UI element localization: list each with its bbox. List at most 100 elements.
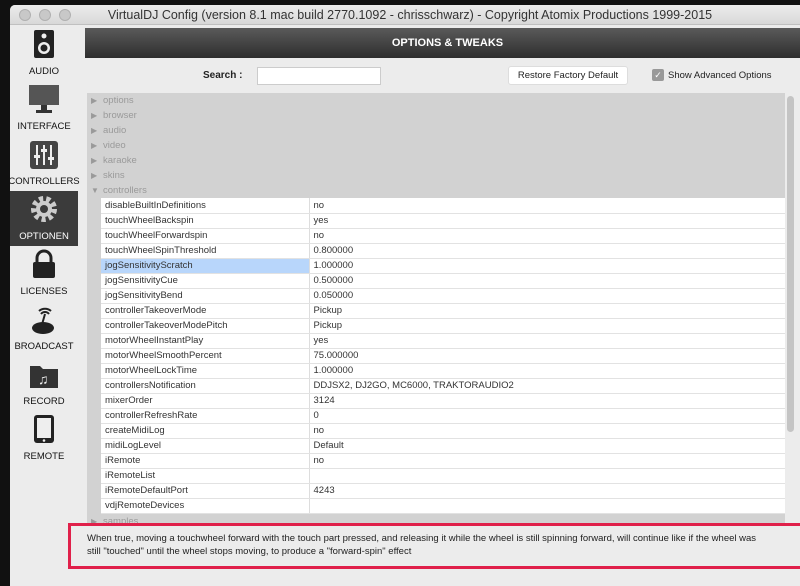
tree-category-options[interactable]: ▶ options [87, 93, 785, 108]
option-value[interactable]: Pickup [309, 303, 785, 319]
option-value[interactable]: 0.500000 [309, 273, 785, 289]
show-advanced-label: Show Advanced Options [668, 69, 772, 81]
sidebar-item-broadcast[interactable]: BROADCAST [10, 301, 78, 356]
option-key: mixerOrder [101, 393, 310, 409]
search-input[interactable] [257, 67, 381, 85]
tree-category-controllers[interactable]: ▼ controllers [87, 183, 785, 198]
sidebar-item-optionen[interactable]: OPTIONEN [10, 191, 78, 246]
category-label: controllers [103, 185, 147, 196]
option-key: iRemoteDefaultPort [101, 483, 310, 499]
option-value[interactable]: no [309, 453, 785, 469]
table-row[interactable]: motorWheelSmoothPercent 75.000000 [101, 348, 785, 364]
table-row[interactable]: createMidiLog no [101, 423, 785, 439]
option-value[interactable]: 0 [309, 408, 785, 424]
main-panel: OPTIONS & TWEAKS Search : Restore Factor… [68, 26, 800, 586]
option-key: controllerTakeoverMode [101, 303, 310, 319]
option-key: createMidiLog [101, 423, 310, 439]
tree-category-skins[interactable]: ▶ skins [87, 168, 785, 183]
tree-category-audio[interactable]: ▶ audio [87, 123, 785, 138]
sidebar-item-label: LICENSES [20, 286, 68, 297]
option-value[interactable]: 0.800000 [309, 243, 785, 259]
table-row[interactable]: jogSensitivityBend 0.050000 [101, 288, 785, 304]
sidebar-item-label: REMOTE [23, 451, 65, 462]
config-window: VirtualDJ Config (version 8.1 mac build … [10, 5, 800, 586]
table-row[interactable]: iRemoteDefaultPort 4243 [101, 483, 785, 499]
options-tree: ▶ options ▶ browser ▶ audio ▶ video ▶ karaoke ▶ ski… [87, 93, 785, 527]
show-advanced-options-checkbox[interactable]: ✓ Show Advanced Options [652, 69, 772, 81]
table-row[interactable]: iRemoteList [101, 468, 785, 484]
sidebar-item-label: AUDIO [28, 66, 60, 77]
sidebar-item-interface[interactable]: INTERFACE [10, 81, 78, 136]
table-row[interactable]: jogSensitivityScratch 1.000000 [101, 258, 785, 274]
expand-arrow-icon: ▶ [91, 141, 98, 150]
sidebar-item-remote[interactable]: REMOTE [10, 411, 78, 466]
monitor-icon [28, 84, 60, 121]
option-value[interactable]: no [309, 198, 785, 214]
table-row[interactable]: controllerTakeoverModePitch Pickup [101, 318, 785, 334]
table-row[interactable]: mixerOrder 3124 [101, 393, 785, 409]
option-key: jogSensitivityCue [101, 273, 310, 289]
sidebar-item-label: BROADCAST [14, 341, 74, 352]
speaker-icon [33, 29, 55, 66]
option-value[interactable] [309, 498, 785, 514]
option-value[interactable]: no [309, 228, 785, 244]
option-key: controllersNotification [101, 378, 310, 394]
table-row[interactable]: jogSensitivityCue 0.500000 [101, 273, 785, 289]
sidebar-item-controllers[interactable]: CONTROLLERS [10, 136, 80, 191]
option-value[interactable]: DDJSX2, DJ2GO, MC6000, TRAKTORAUDIO2 [309, 378, 785, 394]
table-row[interactable]: touchWheelSpinThreshold 0.800000 [101, 243, 785, 259]
close-button[interactable] [19, 9, 31, 21]
table-row[interactable]: iRemote no [101, 453, 785, 469]
option-value[interactable] [309, 468, 785, 484]
sidebar-item-label: INTERFACE [17, 121, 71, 132]
category-label: options [103, 95, 134, 106]
option-key: disableBuiltInDefinitions [101, 198, 310, 214]
option-value[interactable]: 1.000000 [309, 363, 785, 379]
scrollbar[interactable] [787, 96, 794, 432]
minimize-button[interactable] [39, 9, 51, 21]
tree-category-browser[interactable]: ▶ browser [87, 108, 785, 123]
sidebar-item-licenses[interactable]: LICENSES [10, 246, 78, 301]
description-line: still "touched" until the wheel stops mo… [87, 546, 412, 557]
option-value[interactable]: 75.000000 [309, 348, 785, 364]
svg-text:♫: ♫ [38, 371, 49, 387]
table-row[interactable]: controllerRefreshRate 0 [101, 408, 785, 424]
option-key: motorWheelInstantPlay [101, 333, 310, 349]
table-row[interactable]: midiLogLevel Default [101, 438, 785, 454]
sidebar: AUDIO INTERFACE CONTROLLERS OPTIONEN LICENSE… [10, 26, 80, 586]
table-row[interactable]: disableBuiltInDefinitions no [101, 198, 785, 214]
sidebar-item-label: CONTROLLERS [10, 176, 80, 187]
option-value[interactable]: 3124 [309, 393, 785, 409]
option-key: motorWheelSmoothPercent [101, 348, 310, 364]
option-value[interactable]: yes [309, 333, 785, 349]
restore-factory-default-button[interactable]: Restore Factory Default [508, 66, 628, 85]
options-table: disableBuiltInDefinitions no touchWheelBac… [101, 198, 785, 514]
expand-arrow-icon: ▶ [91, 171, 98, 180]
table-row[interactable]: motorWheelInstantPlay yes [101, 333, 785, 349]
table-row[interactable]: controllerTakeoverMode Pickup [101, 303, 785, 319]
table-row[interactable]: vdjRemoteDevices [101, 498, 785, 514]
option-key: iRemoteList [101, 468, 310, 484]
zoom-button[interactable] [59, 9, 71, 21]
table-row[interactable]: controllersNotification DDJSX2, DJ2GO, MC… [101, 378, 785, 394]
sidebar-item-audio[interactable]: AUDIO [10, 26, 78, 81]
option-value[interactable]: yes [309, 213, 785, 229]
tree-category-karaoke[interactable]: ▶ karaoke [87, 153, 785, 168]
table-row[interactable]: touchWheelForwardspin no [101, 228, 785, 244]
tree-category-video[interactable]: ▶ video [87, 138, 785, 153]
option-value[interactable]: 1.000000 [309, 258, 785, 274]
option-value[interactable]: 0.050000 [309, 288, 785, 304]
option-value[interactable]: Pickup [309, 318, 785, 334]
table-row[interactable]: motorWheelLockTime 1.000000 [101, 363, 785, 379]
page-title: OPTIONS & TWEAKS [85, 28, 800, 58]
category-label: video [103, 140, 126, 151]
sidebar-item-record[interactable]: ♫ RECORD [10, 356, 78, 411]
option-value[interactable]: 4243 [309, 483, 785, 499]
mixer-icon [30, 141, 58, 176]
option-value[interactable]: Default [309, 438, 785, 454]
option-key: motorWheelLockTime [101, 363, 310, 379]
option-value[interactable]: no [309, 423, 785, 439]
expand-arrow-icon: ▶ [91, 111, 98, 120]
expand-arrow-icon: ▶ [91, 126, 98, 135]
table-row[interactable]: touchWheelBackspin yes [101, 213, 785, 229]
